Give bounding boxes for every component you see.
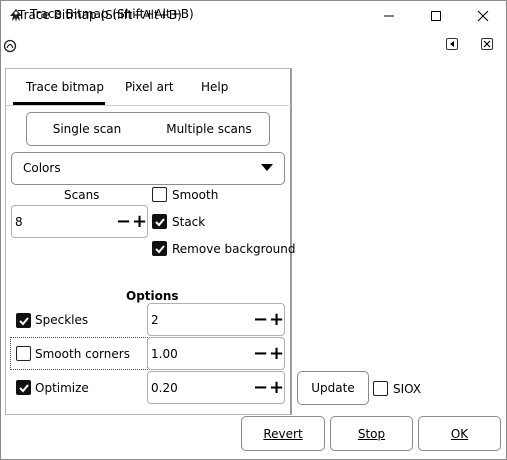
dock-header <box>1 32 506 60</box>
maximize-button[interactable] <box>413 1 459 31</box>
arrow-left-icon <box>450 41 454 47</box>
optimize-increment-button[interactable]: + <box>269 379 284 397</box>
dock-close-button[interactable] <box>481 38 493 50</box>
optimize-label: Optimize <box>35 381 89 395</box>
minimize-button[interactable] <box>366 1 412 31</box>
single-scan-button[interactable]: Single scan <box>26 112 148 146</box>
trace-bitmap-icon <box>3 39 17 53</box>
checkmark-icon <box>154 244 165 253</box>
dock-collapse-button[interactable] <box>446 38 458 50</box>
update-button[interactable]: Update <box>297 371 369 405</box>
optimize-value: 0.20 <box>151 381 178 395</box>
checkmark-icon <box>154 217 165 226</box>
smooth-corners-value: 1.00 <box>151 347 178 361</box>
scans-increment-button[interactable]: + <box>132 213 147 231</box>
ok-button[interactable]: OK <box>418 416 501 451</box>
optimize-checkbox[interactable] <box>16 380 31 395</box>
remove-background-checkbox[interactable] <box>152 241 167 256</box>
tab-trace-bitmap[interactable]: Trace bitmap <box>26 80 104 94</box>
tab-help[interactable]: Help <box>201 80 228 94</box>
maximize-icon <box>431 11 441 21</box>
smooth-checkbox[interactable] <box>152 187 167 202</box>
smooth-corners-checkbox[interactable] <box>16 346 31 361</box>
checkmark-icon <box>18 383 29 392</box>
smooth-corners-label: Smooth corners <box>35 347 130 361</box>
close-button[interactable] <box>460 1 506 31</box>
chevron-down-icon <box>261 164 273 171</box>
close-icon <box>483 40 491 48</box>
siox-checkbox[interactable] <box>373 381 388 396</box>
revert-button[interactable]: Revert <box>241 416 325 451</box>
stop-button[interactable]: Stop <box>330 416 413 451</box>
speckles-checkbox[interactable] <box>16 313 31 328</box>
scans-decrement-button[interactable]: − <box>116 213 131 231</box>
smooth-corners-decrement-button[interactable]: − <box>253 345 268 363</box>
scans-label: Scans <box>64 188 100 202</box>
stack-checkbox[interactable] <box>152 214 167 229</box>
minimize-icon <box>384 15 394 17</box>
smooth-corners-increment-button[interactable]: + <box>269 345 284 363</box>
speckles-label: Speckles <box>35 313 89 327</box>
speckles-value: 2 <box>151 313 159 327</box>
options-heading: Options <box>126 289 179 303</box>
mode-select-value: Colors <box>23 161 61 175</box>
close-icon <box>477 10 489 22</box>
dock-title: Trace Bitmap (Shift+Alt+B) <box>18 8 182 22</box>
remove-background-label: Remove background <box>172 242 296 256</box>
optimize-decrement-button[interactable]: − <box>253 379 268 397</box>
smooth-label: Smooth <box>172 188 219 202</box>
scans-value: 8 <box>15 215 23 229</box>
siox-label: SIOX <box>393 382 422 396</box>
stack-label: Stack <box>172 215 206 229</box>
tab-pixel-art[interactable]: Pixel art <box>125 80 174 94</box>
speckles-increment-button[interactable]: + <box>269 311 284 329</box>
multiple-scans-button[interactable]: Multiple scans <box>148 112 270 146</box>
checkmark-icon <box>18 316 29 325</box>
speckles-decrement-button[interactable]: − <box>253 311 268 329</box>
tab-divider <box>6 105 291 106</box>
